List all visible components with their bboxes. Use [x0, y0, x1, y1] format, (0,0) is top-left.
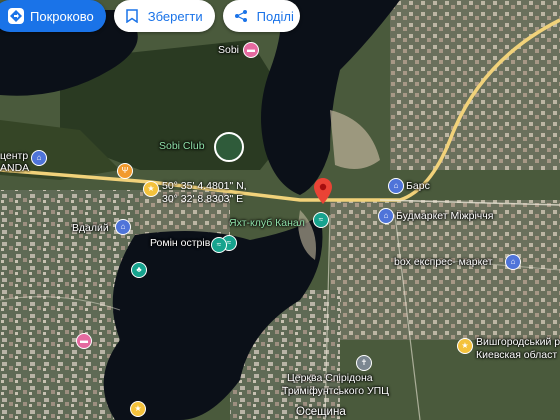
- coordinates-readout: 50° 35' 4.4801" N, 30° 32' 8.8303" E: [162, 180, 247, 206]
- place-label-budmarket[interactable]: Будмаркет Міжріччя: [396, 210, 493, 222]
- bars-pin-icon[interactable]: ⌂: [388, 178, 404, 194]
- island-pin-icon[interactable]: ≈: [211, 237, 227, 253]
- share-button[interactable]: Поділі: [222, 0, 300, 32]
- place-label-yacht[interactable]: Яхт-клуб Канал: [229, 217, 305, 229]
- church-pin-icon[interactable]: ✝: [356, 355, 372, 371]
- place-label-osesch[interactable]: Осещина: [296, 406, 346, 418]
- hotel-pin-icon[interactable]: ▬: [243, 42, 259, 58]
- share-label: Поділі: [256, 8, 294, 24]
- place-label-church-2[interactable]: Триміфунтського УПЦ: [282, 385, 389, 397]
- save-label: Зберегти: [147, 8, 203, 24]
- place-label-vdaliy[interactable]: Вдалий: [72, 222, 109, 234]
- directions-label: Покроково: [30, 8, 94, 24]
- place-label-vyshgorod-2[interactable]: Киевская област: [476, 349, 557, 361]
- place-label-sobi-club[interactable]: Sobi Club: [159, 140, 205, 152]
- park-pin-icon[interactable]: ♣: [131, 262, 147, 278]
- map-view[interactable]: Покроково Зберегти Поділі Sobi ▬ Sobi Cl…: [0, 0, 560, 420]
- landmark-pin-icon[interactable]: ★: [143, 181, 159, 197]
- location-marker-icon[interactable]: [314, 178, 332, 209]
- directions-icon: [8, 8, 24, 24]
- budmarket-pin-icon[interactable]: ⌂: [378, 208, 394, 224]
- restaurant-pin-icon[interactable]: Ψ: [117, 163, 133, 179]
- save-button[interactable]: Зберегти: [113, 0, 215, 32]
- place-label-bars[interactable]: Барс: [406, 180, 430, 192]
- place-label-sobi[interactable]: Sobi: [218, 44, 239, 56]
- place-label-church-1[interactable]: Церква Спірідона: [287, 372, 373, 384]
- sobi-club-photo-icon[interactable]: [214, 132, 244, 162]
- map-action-bar: Покроково Зберегти Поділі: [0, 0, 300, 34]
- longitude-text: 30° 32' 8.8303" E: [162, 193, 244, 205]
- district-pin-icon[interactable]: ★: [457, 338, 473, 354]
- place-label-vyshgorod-1[interactable]: Вишгородський р: [476, 336, 560, 348]
- place-label-box[interactable]: box експрес- маркет: [394, 256, 493, 268]
- latitude-text: 50° 35' 4.4801" N,: [162, 180, 247, 192]
- market-pin-icon[interactable]: ⌂: [505, 254, 521, 270]
- place-label-center-2[interactable]: ANDA: [0, 162, 29, 174]
- shop-pin-icon[interactable]: ⌂: [115, 219, 131, 235]
- bookmark-icon: [122, 6, 142, 26]
- attraction-pin-icon[interactable]: ★: [130, 401, 146, 417]
- directions-button[interactable]: Покроково: [0, 0, 106, 32]
- lodging-pin-icon[interactable]: ▬: [76, 333, 92, 349]
- yacht-club-pin-icon[interactable]: ≈: [313, 212, 329, 228]
- place-label-center-1[interactable]: центр: [0, 150, 28, 162]
- place-label-romin[interactable]: Ромін острів: [150, 237, 210, 249]
- share-icon: [231, 6, 251, 26]
- shopping-pin-icon[interactable]: ⌂: [31, 150, 47, 166]
